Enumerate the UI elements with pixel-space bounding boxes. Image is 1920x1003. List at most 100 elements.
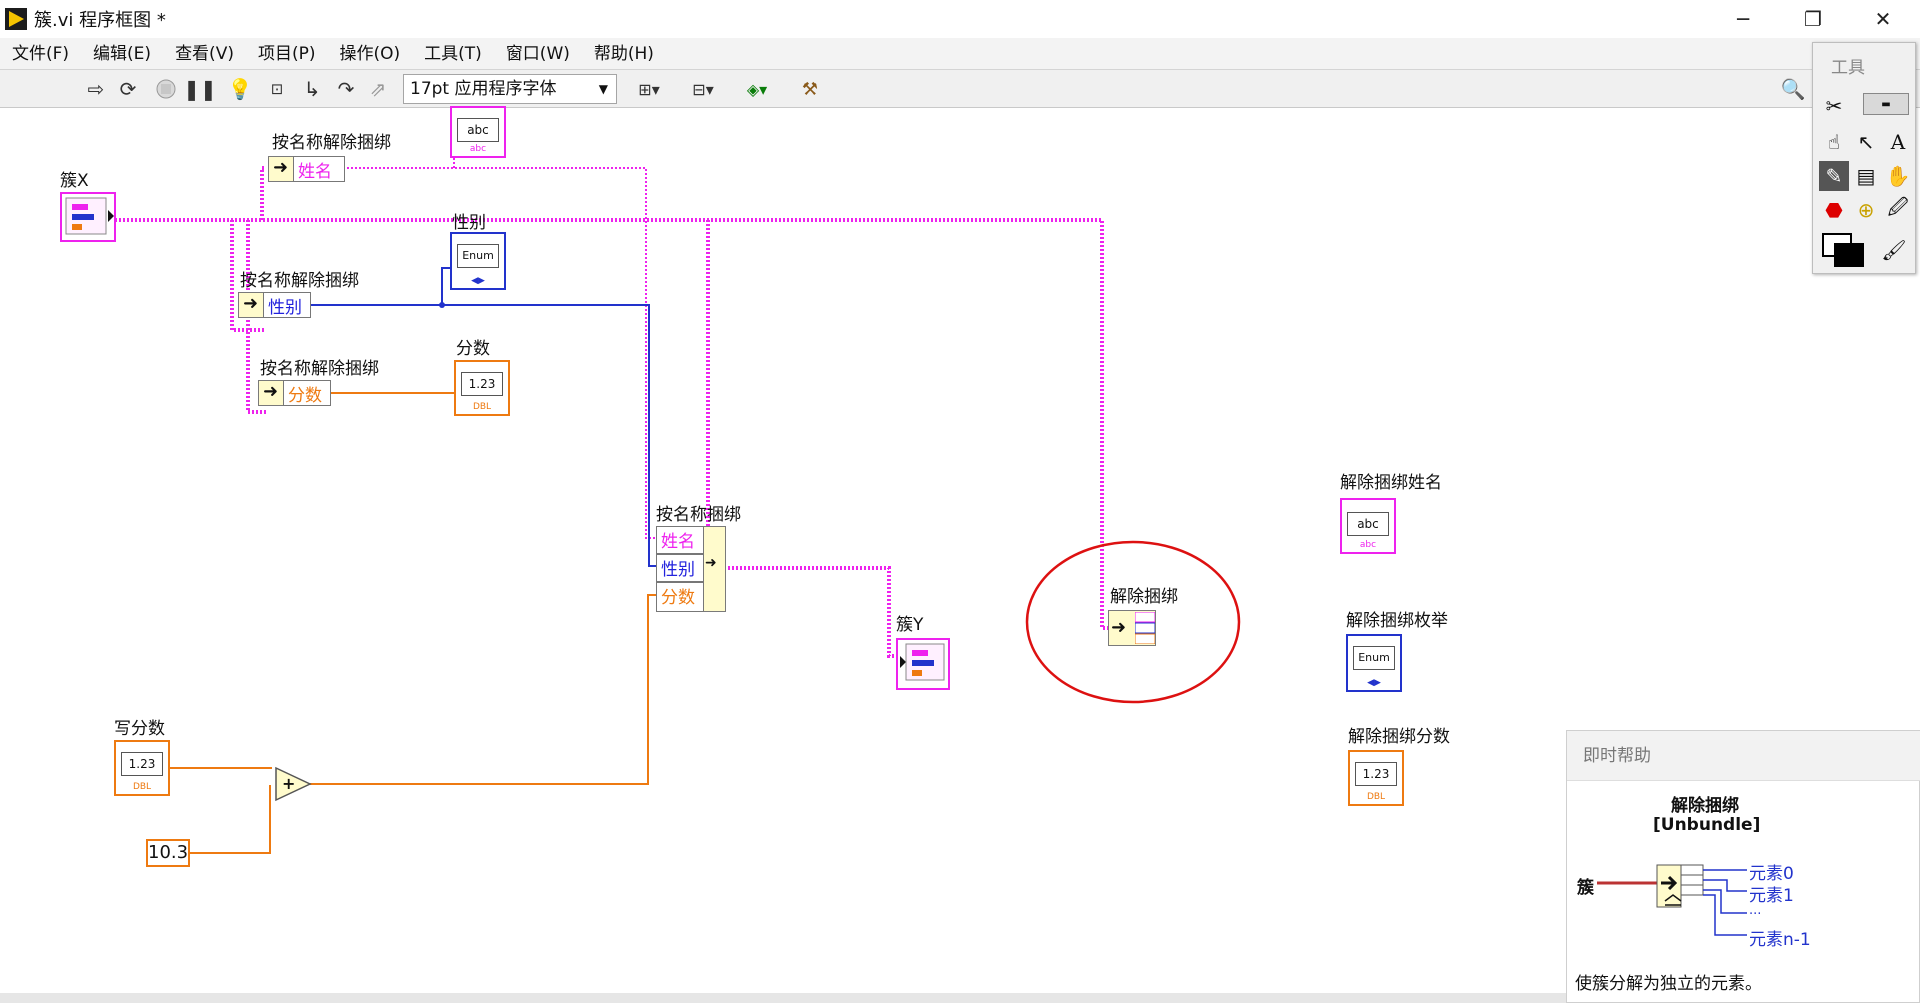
pause-icon: ❚❚ [183, 77, 217, 101]
menu-project[interactable]: 项目(P) [246, 38, 328, 70]
unbundle-node[interactable]: ➜ [1108, 610, 1156, 646]
unbundle-field-name[interactable]: 姓名 [293, 156, 345, 182]
menu-window[interactable]: 窗口(W) [494, 38, 582, 70]
input-arrow-icon: ➜ [243, 293, 259, 314]
input-arrow-icon: ➜ [263, 381, 279, 402]
gender-enum-indicator[interactable]: Enum ◀▶ [450, 232, 506, 290]
menu-edit[interactable]: 编辑(E) [81, 38, 163, 70]
text-a-icon: A [1890, 130, 1906, 154]
wrench-screwdriver-icon: ✂ [1825, 94, 1843, 118]
menu-help[interactable]: 帮助(H) [582, 38, 666, 70]
unbundle-label: 解除捆绑 [1110, 587, 1178, 607]
unbundle-name-indicator[interactable]: abc abc [1340, 498, 1396, 554]
scroll-tool[interactable]: ✋ [1883, 161, 1913, 191]
operate-value-tool[interactable]: ☝ [1819, 127, 1849, 157]
clean-up-diagram-button[interactable]: ⚒ [794, 76, 826, 102]
dbl-wire-add-out [310, 594, 657, 785]
score-indicator-label: 分数 [456, 339, 490, 359]
tools-palette-title: 工具 [1831, 58, 1865, 78]
wiring-tool[interactable]: ✎ [1819, 161, 1849, 191]
step-into-icon: ↳ [303, 77, 321, 101]
unbundle-by-name-1-node[interactable]: ➜ 姓名 [268, 156, 345, 182]
step-out-button[interactable]: ⇗ [364, 76, 392, 102]
hand-icon: ✋ [1885, 164, 1911, 188]
bundle-field-gender[interactable]: 性别 [656, 554, 704, 582]
output-arrow-icon: ➜ [705, 555, 717, 571]
unbundle-field-gender[interactable]: 性别 [263, 292, 311, 318]
unbundle-by-name-2-node[interactable]: ➜ 性别 [238, 292, 311, 318]
menu-file[interactable]: 文件(F) [0, 38, 81, 70]
cluster-y-indicator[interactable] [896, 638, 950, 690]
close-button[interactable]: ✕ [1848, 0, 1918, 38]
menu-tools[interactable]: 工具(T) [412, 38, 494, 70]
help-description: 使簇分解为独立的元素。 [1575, 974, 1762, 994]
auto-tool-button[interactable]: ✂ [1819, 91, 1849, 121]
font-select-value: 17pt 应用程序字体 [410, 79, 557, 99]
reorder-button[interactable]: ◈▾ [736, 76, 778, 102]
probe-tool[interactable]: ⊕ [1851, 195, 1881, 225]
unbundle-field-score[interactable]: 分数 [283, 380, 331, 406]
position-tool[interactable]: ↖ [1851, 127, 1881, 157]
bundle-by-name-node[interactable]: 姓名 性别 分数 ➜ [656, 526, 726, 612]
numeric-constant[interactable]: 10.3 [146, 839, 190, 867]
enum-arrows-icon: ◀▶ [1367, 678, 1381, 688]
shortcut-menu-tool[interactable]: ▤ [1851, 161, 1881, 191]
run-continuously-icon: ⟳ [119, 77, 137, 101]
step-over-button[interactable]: ↷ [332, 76, 360, 102]
horizontal-scrollbar[interactable] [0, 993, 1566, 1003]
abort-button[interactable] [152, 76, 180, 102]
add-symbol: + [282, 774, 296, 793]
breakpoint-tool[interactable]: ⬣ [1819, 195, 1849, 225]
unbundle-by-name-2-label: 按名称解除捆绑 [240, 271, 359, 291]
auto-tool-toggle[interactable]: ▬ [1863, 93, 1909, 115]
bundle-by-name-label: 按名称捆绑 [656, 505, 741, 525]
distribute-objects-button[interactable]: ⊟▾ [682, 76, 724, 102]
unbundle-enum-label: 解除捆绑枚举 [1346, 611, 1448, 631]
gender-indicator-label: 性别 [452, 213, 486, 233]
write-score-control[interactable]: 1.23 DBL [114, 740, 170, 796]
unbundle-name-label: 解除捆绑姓名 [1340, 473, 1442, 493]
write-score-label: 写分数 [114, 719, 165, 739]
unbundle-score-indicator[interactable]: 1.23 DBL [1348, 750, 1404, 806]
bundle-field-name[interactable]: 姓名 [656, 526, 704, 554]
numeric-type-tag: DBL [472, 402, 492, 412]
run-continuously-button[interactable]: ⟳ [114, 76, 142, 102]
paintbrush-tool[interactable]: 🖌 [1879, 235, 1909, 265]
get-color-tool[interactable]: 🖉 [1883, 195, 1913, 225]
set-color-tool[interactable] [1819, 231, 1869, 269]
menu-arrow-icon: ▤ [1856, 164, 1876, 188]
unbundle-score-label: 解除捆绑分数 [1348, 727, 1450, 747]
window-title: 簇.vi 程序框图 * [34, 10, 166, 31]
help-node-name: 解除捆绑 [1671, 796, 1739, 816]
cluster-x-control[interactable] [60, 192, 116, 242]
chevron-down-icon: ▼ [598, 82, 608, 96]
search-button[interactable]: 🔍 [1778, 76, 1808, 102]
highlight-execution-button[interactable]: 💡 [226, 76, 254, 102]
toggle-led-icon: ▬ [1881, 98, 1891, 110]
paintbrush-icon: 🖌 [1881, 238, 1907, 262]
align-icon: ⊞▾ [638, 79, 660, 99]
color-boxes-icon [1822, 233, 1864, 267]
unbundle-by-name-3-node[interactable]: ➜ 分数 [258, 380, 331, 406]
menu-operate[interactable]: 操作(O) [328, 38, 413, 70]
score-numeric-indicator[interactable]: 1.23 DBL [454, 360, 510, 416]
enum-arrows-icon: ◀▶ [471, 276, 485, 286]
minimize-button[interactable]: ─ [1708, 0, 1778, 38]
run-arrow-icon: ⇨ [87, 77, 105, 101]
text-tool[interactable]: A [1883, 127, 1913, 157]
unbundle-enum-indicator[interactable]: Enum ◀▶ [1346, 634, 1402, 692]
align-objects-button[interactable]: ⊞▾ [628, 76, 670, 102]
menu-bar: 文件(F) 编辑(E) 查看(V) 项目(P) 操作(O) 工具(T) 窗口(W… [0, 38, 1920, 70]
font-select[interactable]: 17pt 应用程序字体 ▼ [403, 74, 617, 104]
step-into-button[interactable]: ↳ [298, 76, 326, 102]
cluster-wire-bundle-out [728, 566, 898, 658]
run-button[interactable]: ⇨ [82, 76, 110, 102]
menu-view[interactable]: 查看(V) [163, 38, 246, 70]
string-type-tag: abc [1359, 540, 1377, 550]
bundle-field-score[interactable]: 分数 [656, 582, 704, 612]
hand-finger-icon: ☝ [1827, 130, 1841, 154]
maximize-button[interactable]: ❐ [1778, 0, 1848, 38]
pause-button[interactable]: ❚❚ [183, 76, 217, 102]
retain-wire-values-button[interactable]: ⊡ [262, 76, 292, 102]
name-string-indicator[interactable]: abc abc [450, 106, 506, 158]
